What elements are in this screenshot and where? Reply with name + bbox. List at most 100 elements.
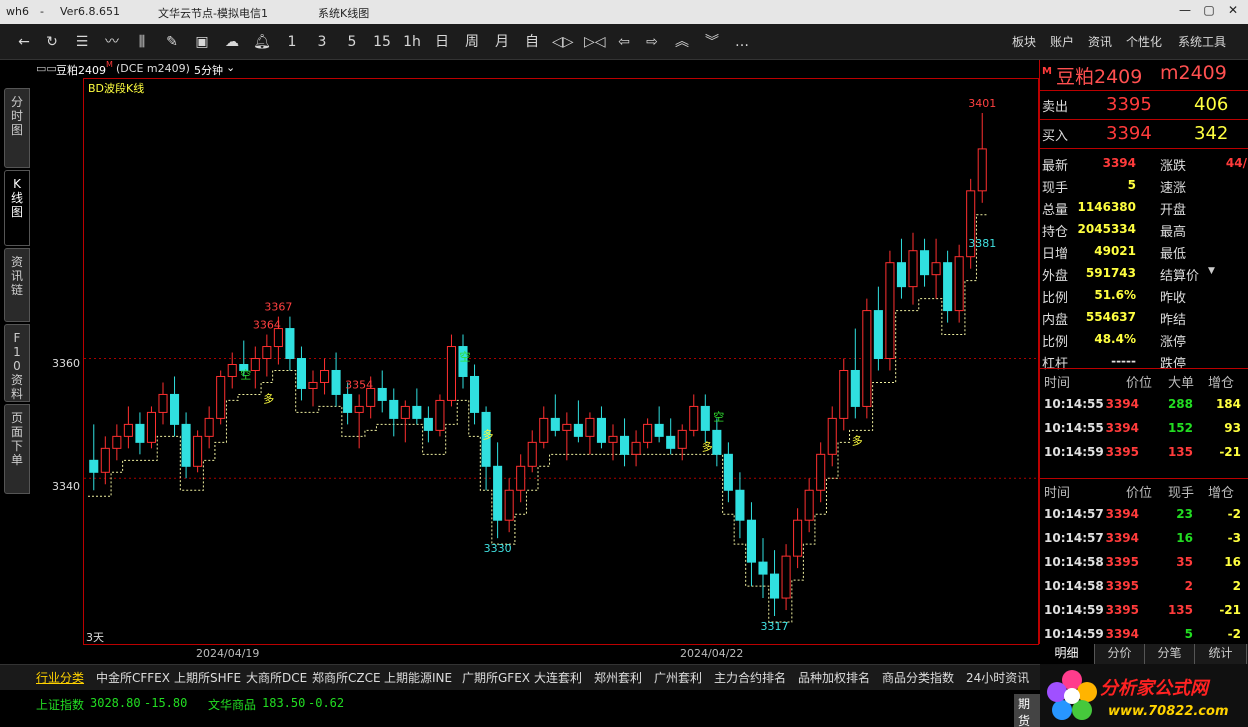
index1-change: -15.80 <box>144 696 188 710</box>
menu-sector[interactable]: 板块 <box>1012 33 1036 50</box>
quote-row: 日增 49021 最低 <box>1040 240 1248 262</box>
down-icon[interactable]: ︾ <box>702 32 722 52</box>
kline-chart[interactable]: 3367 3364 3354 3401 3330 3317 3381 空多空多空多多 BD波段… <box>83 78 1039 645</box>
tab-kline[interactable]: K线图 <box>4 170 30 246</box>
tab-statistics[interactable]: 统计 <box>1195 644 1247 664</box>
row-open-interest: -3 <box>1227 531 1241 545</box>
quote-row: 最新 3394 涨跌 44/ <box>1040 152 1248 174</box>
market-menu-item[interactable]: 广州套利 <box>654 669 702 686</box>
shrink-icon[interactable]: ▷◁ <box>584 32 606 52</box>
menu-personalize[interactable]: 个性化 <box>1126 33 1162 50</box>
market-menu-item[interactable]: 郑商所CZCE <box>312 669 381 686</box>
period-selector[interactable]: 5分钟 <box>194 62 223 78</box>
market-menu-item[interactable]: 主力合约排名 <box>714 669 786 686</box>
row-volume: 23 <box>1176 507 1193 521</box>
ad-banner[interactable]: 分析家公式网 www.70822.com <box>1040 664 1248 727</box>
tab-detail[interactable]: 明细 <box>1039 644 1095 664</box>
menu-news[interactable]: 资讯 <box>1088 33 1112 50</box>
market-menu-item[interactable]: 上期所SHFE <box>174 669 241 686</box>
market-menu-item[interactable]: 24小时资讯 <box>966 669 1029 686</box>
market-menu-item[interactable]: 郑州套利 <box>594 669 642 686</box>
market-menu-item[interactable]: 中金所CFFEX <box>96 669 170 686</box>
menu-account[interactable]: 账户 <box>1050 33 1074 50</box>
ask-row[interactable]: 卖出 3395 406 <box>1040 94 1248 116</box>
row-open-interest: -2 <box>1227 507 1241 521</box>
link-icon[interactable]: ▭▭ <box>36 62 57 75</box>
table-row[interactable]: 10:14:58 3395 2 2 <box>1040 575 1248 597</box>
row-volume: 152 <box>1167 421 1193 435</box>
tab-price-distribution[interactable]: 分价 <box>1095 644 1145 664</box>
table-row[interactable]: 10:14:57 3394 16 -3 <box>1040 527 1248 549</box>
market-menu-item[interactable]: 大商所DCE <box>246 669 307 686</box>
period-1h[interactable]: 1h <box>402 32 422 52</box>
market-menu-item[interactable]: 商品分类指数 <box>882 669 954 686</box>
table-row[interactable]: 10:14:58 3395 35 16 <box>1040 551 1248 573</box>
cloud-icon[interactable]: ☁ <box>222 32 242 52</box>
market-menu-item[interactable]: 行业分类 <box>36 669 84 686</box>
back-icon[interactable]: ← <box>14 32 34 52</box>
minimize-button[interactable]: — <box>1176 3 1194 19</box>
column-header: 大单 <box>1168 376 1195 391</box>
bid-row[interactable]: 买入 3394 342 <box>1040 123 1248 145</box>
app-version: Ver6.8.651 <box>60 5 120 18</box>
period-week[interactable]: 周 <box>462 32 482 52</box>
line-chart-icon[interactable]: 〰 <box>102 32 122 52</box>
restore-button[interactable]: ▢ <box>1200 3 1218 19</box>
period-1[interactable]: 1 <box>282 32 302 52</box>
row-volume: 288 <box>1167 397 1193 411</box>
candle-body <box>735 489 745 521</box>
flower-logo-icon <box>1047 670 1097 720</box>
market-menu-item[interactable]: 广期所GFEX <box>462 669 530 686</box>
more-icon[interactable]: … <box>732 32 752 52</box>
candle-body <box>470 375 480 413</box>
market-menu-item[interactable]: 上期能源INE <box>384 669 452 686</box>
candle-body <box>689 405 699 431</box>
indicator-name[interactable]: BD波段K线 <box>88 80 144 96</box>
tab-order-page[interactable]: 页面下单 <box>4 404 30 494</box>
list-icon[interactable]: ☰ <box>72 32 92 52</box>
period-3[interactable]: 3 <box>312 32 332 52</box>
indicator-icon[interactable]: ▣ <box>192 32 212 52</box>
candle-icon[interactable]: ⫼ <box>132 32 152 52</box>
market-menu-item[interactable]: 品种加权排名 <box>798 669 870 686</box>
candle-body <box>573 423 583 437</box>
bell-icon[interactable]: 🔔︎ <box>252 32 272 52</box>
period-custom[interactable]: 自 <box>522 32 542 52</box>
market-menu-item[interactable]: 大连套利 <box>534 669 582 686</box>
chevron-down-icon[interactable]: ⌄ <box>226 61 235 74</box>
chevron-down-icon[interactable]: ▼ <box>1208 266 1215 276</box>
candle-body <box>758 561 768 575</box>
up-icon[interactable]: ︽ <box>672 32 692 52</box>
candle-body <box>781 555 791 599</box>
tab-ticks[interactable]: 分笔 <box>1145 644 1195 664</box>
quote-label: 内盘 <box>1042 313 1069 328</box>
expand-icon[interactable]: ◁▷ <box>552 32 574 52</box>
close-button[interactable]: ✕ <box>1224 3 1242 19</box>
peak-label: 3354 <box>345 378 373 391</box>
tab-timeshare[interactable]: 分时图 <box>4 88 30 168</box>
period-month[interactable]: 月 <box>492 32 512 52</box>
detail-tabs: 明细 分价 分笔 统计 <box>1039 644 1248 664</box>
row-time: 10:14:59 <box>1044 627 1104 641</box>
menu-system-tools[interactable]: 系统工具 <box>1178 33 1226 50</box>
tab-f10[interactable]: F10资料 <box>4 324 30 402</box>
table-row[interactable]: 10:14:57 3394 23 -2 <box>1040 503 1248 525</box>
table-row[interactable]: 10:14:55 3394 152 93 <box>1040 417 1248 439</box>
period-day[interactable]: 日 <box>432 32 452 52</box>
right-arrow-icon[interactable]: ⇨ <box>642 32 662 52</box>
candle-body <box>354 405 364 413</box>
refresh-icon[interactable]: ↻ <box>42 32 62 52</box>
table-row[interactable]: 10:14:59 3395 135 -21 <box>1040 599 1248 621</box>
tab-newslink[interactable]: 资讯链 <box>4 248 30 322</box>
candle-body <box>804 489 814 521</box>
table-row[interactable]: 10:14:55 3394 288 184 <box>1040 393 1248 415</box>
period-5[interactable]: 5 <box>342 32 362 52</box>
table-row[interactable]: 10:14:59 3394 5 -2 <box>1040 623 1248 645</box>
table-row[interactable]: 10:14:59 3395 135 -21 <box>1040 441 1248 463</box>
quote-value: 591743 <box>1085 266 1136 280</box>
draw-icon[interactable]: ✎ <box>162 32 182 52</box>
period-15[interactable]: 15 <box>372 32 392 52</box>
left-arrow-icon[interactable]: ⇦ <box>614 32 634 52</box>
quote-label: 昨结 <box>1160 313 1187 328</box>
futures-button[interactable]: 期货 <box>1014 694 1040 727</box>
